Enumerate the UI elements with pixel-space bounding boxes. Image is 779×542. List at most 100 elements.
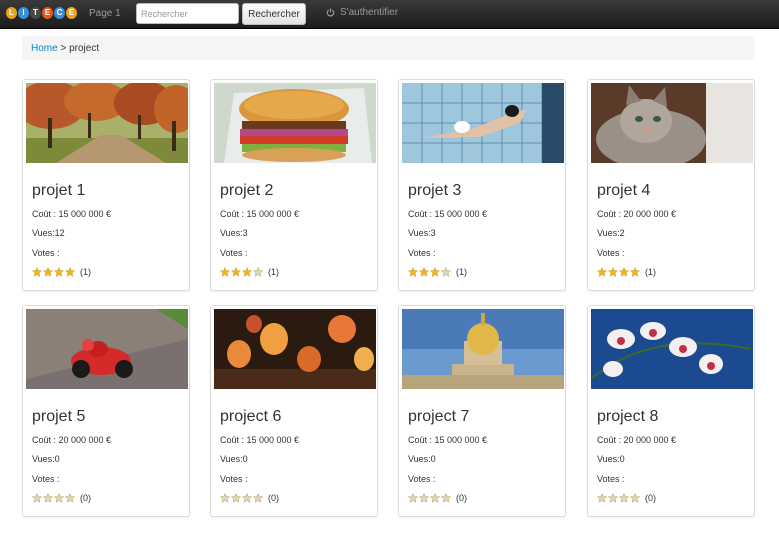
star-empty-icon[interactable] <box>242 493 252 503</box>
star-rating[interactable]: (1) <box>220 267 279 277</box>
star-empty-icon[interactable] <box>419 493 429 503</box>
star-empty-icon[interactable] <box>220 493 230 503</box>
star-rating[interactable]: (0) <box>32 493 91 503</box>
login-link[interactable]: S'authentifier <box>326 7 398 18</box>
project-title[interactable]: project 7 <box>408 408 469 426</box>
site-logo[interactable]: L I T E C E <box>6 7 77 19</box>
login-label: S'authentifier <box>340 7 399 18</box>
project-votes-label: Votes : <box>220 474 248 484</box>
star-filled-icon[interactable] <box>430 267 440 277</box>
project-thumbnail[interactable] <box>214 309 376 389</box>
star-empty-icon[interactable] <box>430 493 440 503</box>
star-empty-icon[interactable] <box>253 493 263 503</box>
project-votes-label: Votes : <box>32 248 60 258</box>
project-card[interactable]: projet 5 Coût : 20 000 000 € Vues:0 Votes :… <box>22 305 190 517</box>
star-empty-icon[interactable] <box>231 493 241 503</box>
project-card[interactable]: project 7 Coût : 15 000 000 € Vues:0 Votes … <box>398 305 566 517</box>
star-empty-icon[interactable] <box>619 493 629 503</box>
project-title[interactable]: projet 2 <box>220 182 273 200</box>
project-thumbnail[interactable] <box>26 309 188 389</box>
project-cost: Coût : 15 000 000 € <box>408 209 488 219</box>
star-filled-icon[interactable] <box>65 267 75 277</box>
star-empty-icon[interactable] <box>408 493 418 503</box>
project-views: Vues:3 <box>220 228 248 238</box>
project-thumbnail[interactable] <box>591 83 753 163</box>
vote-count: (1) <box>456 267 467 277</box>
vote-count: (1) <box>645 267 656 277</box>
project-card[interactable]: project 6 Coût : 15 000 000 € Vues:0 Votes … <box>210 305 378 517</box>
nav-page-link[interactable]: Page 1 <box>89 8 121 19</box>
vote-count: (0) <box>268 493 279 503</box>
project-cost: Coût : 20 000 000 € <box>597 435 677 445</box>
star-filled-icon[interactable] <box>597 267 607 277</box>
project-views: Vues:0 <box>408 454 436 464</box>
star-filled-icon[interactable] <box>43 267 53 277</box>
star-empty-icon[interactable] <box>597 493 607 503</box>
star-rating[interactable]: (0) <box>597 493 656 503</box>
star-empty-icon[interactable] <box>608 493 618 503</box>
project-views: Vues:0 <box>597 454 625 464</box>
project-title[interactable]: project 8 <box>597 408 658 426</box>
star-filled-icon[interactable] <box>419 267 429 277</box>
vote-count: (0) <box>645 493 656 503</box>
project-title[interactable]: projet 3 <box>408 182 461 200</box>
project-cost: Coût : 15 000 000 € <box>220 209 300 219</box>
project-title[interactable]: projet 4 <box>597 182 650 200</box>
project-cost: Coût : 20 000 000 € <box>597 209 677 219</box>
star-filled-icon[interactable] <box>608 267 618 277</box>
star-filled-icon[interactable] <box>619 267 629 277</box>
vote-count: (0) <box>456 493 467 503</box>
star-empty-icon[interactable] <box>253 267 263 277</box>
breadcrumb: Home > project <box>22 36 755 60</box>
project-title[interactable]: projet 5 <box>32 408 85 426</box>
breadcrumb-home-link[interactable]: Home <box>31 43 58 54</box>
project-thumbnail[interactable] <box>591 309 753 389</box>
logo-letter: E <box>66 7 77 19</box>
search-button[interactable]: Rechercher <box>242 3 306 25</box>
project-views: Vues:12 <box>32 228 65 238</box>
star-filled-icon[interactable] <box>408 267 418 277</box>
power-icon <box>326 8 335 17</box>
star-empty-icon[interactable] <box>32 493 42 503</box>
star-rating[interactable]: (1) <box>597 267 656 277</box>
project-views: Vues:0 <box>32 454 60 464</box>
project-votes-label: Votes : <box>597 474 625 484</box>
project-views: Vues:0 <box>220 454 248 464</box>
project-card[interactable]: projet 1 Coût : 15 000 000 € Vues:12 Votes … <box>22 79 190 291</box>
project-card[interactable]: projet 4 Coût : 20 000 000 € Vues:2 Votes :… <box>587 79 755 291</box>
star-empty-icon[interactable] <box>630 493 640 503</box>
project-thumbnail[interactable] <box>402 83 564 163</box>
project-thumbnail[interactable] <box>214 83 376 163</box>
star-empty-icon[interactable] <box>43 493 53 503</box>
star-empty-icon[interactable] <box>441 493 451 503</box>
star-rating[interactable]: (0) <box>220 493 279 503</box>
project-views: Vues:2 <box>597 228 625 238</box>
project-views: Vues:3 <box>408 228 436 238</box>
star-empty-icon[interactable] <box>441 267 451 277</box>
project-votes-label: Votes : <box>220 248 248 258</box>
logo-letter: L <box>6 7 17 19</box>
project-thumbnail[interactable] <box>26 83 188 163</box>
star-filled-icon[interactable] <box>220 267 230 277</box>
star-filled-icon[interactable] <box>242 267 252 277</box>
project-title[interactable]: projet 1 <box>32 182 85 200</box>
star-empty-icon[interactable] <box>54 493 64 503</box>
star-filled-icon[interactable] <box>54 267 64 277</box>
project-votes-label: Votes : <box>408 474 436 484</box>
search-input[interactable] <box>136 3 239 24</box>
project-card[interactable]: projet 2 Coût : 15 000 000 € Vues:3 Votes :… <box>210 79 378 291</box>
star-filled-icon[interactable] <box>32 267 42 277</box>
logo-letter: I <box>18 7 29 19</box>
logo-letter: T <box>30 7 41 19</box>
project-card[interactable]: project 8 Coût : 20 000 000 € Vues:0 Votes … <box>587 305 755 517</box>
top-navbar: L I T E C E Page 1 Rechercher S'authenti… <box>0 0 779 29</box>
star-rating[interactable]: (0) <box>408 493 467 503</box>
star-rating[interactable]: (1) <box>408 267 467 277</box>
star-empty-icon[interactable] <box>65 493 75 503</box>
project-card[interactable]: projet 3 Coût : 15 000 000 € Vues:3 Votes :… <box>398 79 566 291</box>
project-title[interactable]: project 6 <box>220 408 281 426</box>
star-rating[interactable]: (1) <box>32 267 91 277</box>
project-thumbnail[interactable] <box>402 309 564 389</box>
star-filled-icon[interactable] <box>630 267 640 277</box>
star-filled-icon[interactable] <box>231 267 241 277</box>
